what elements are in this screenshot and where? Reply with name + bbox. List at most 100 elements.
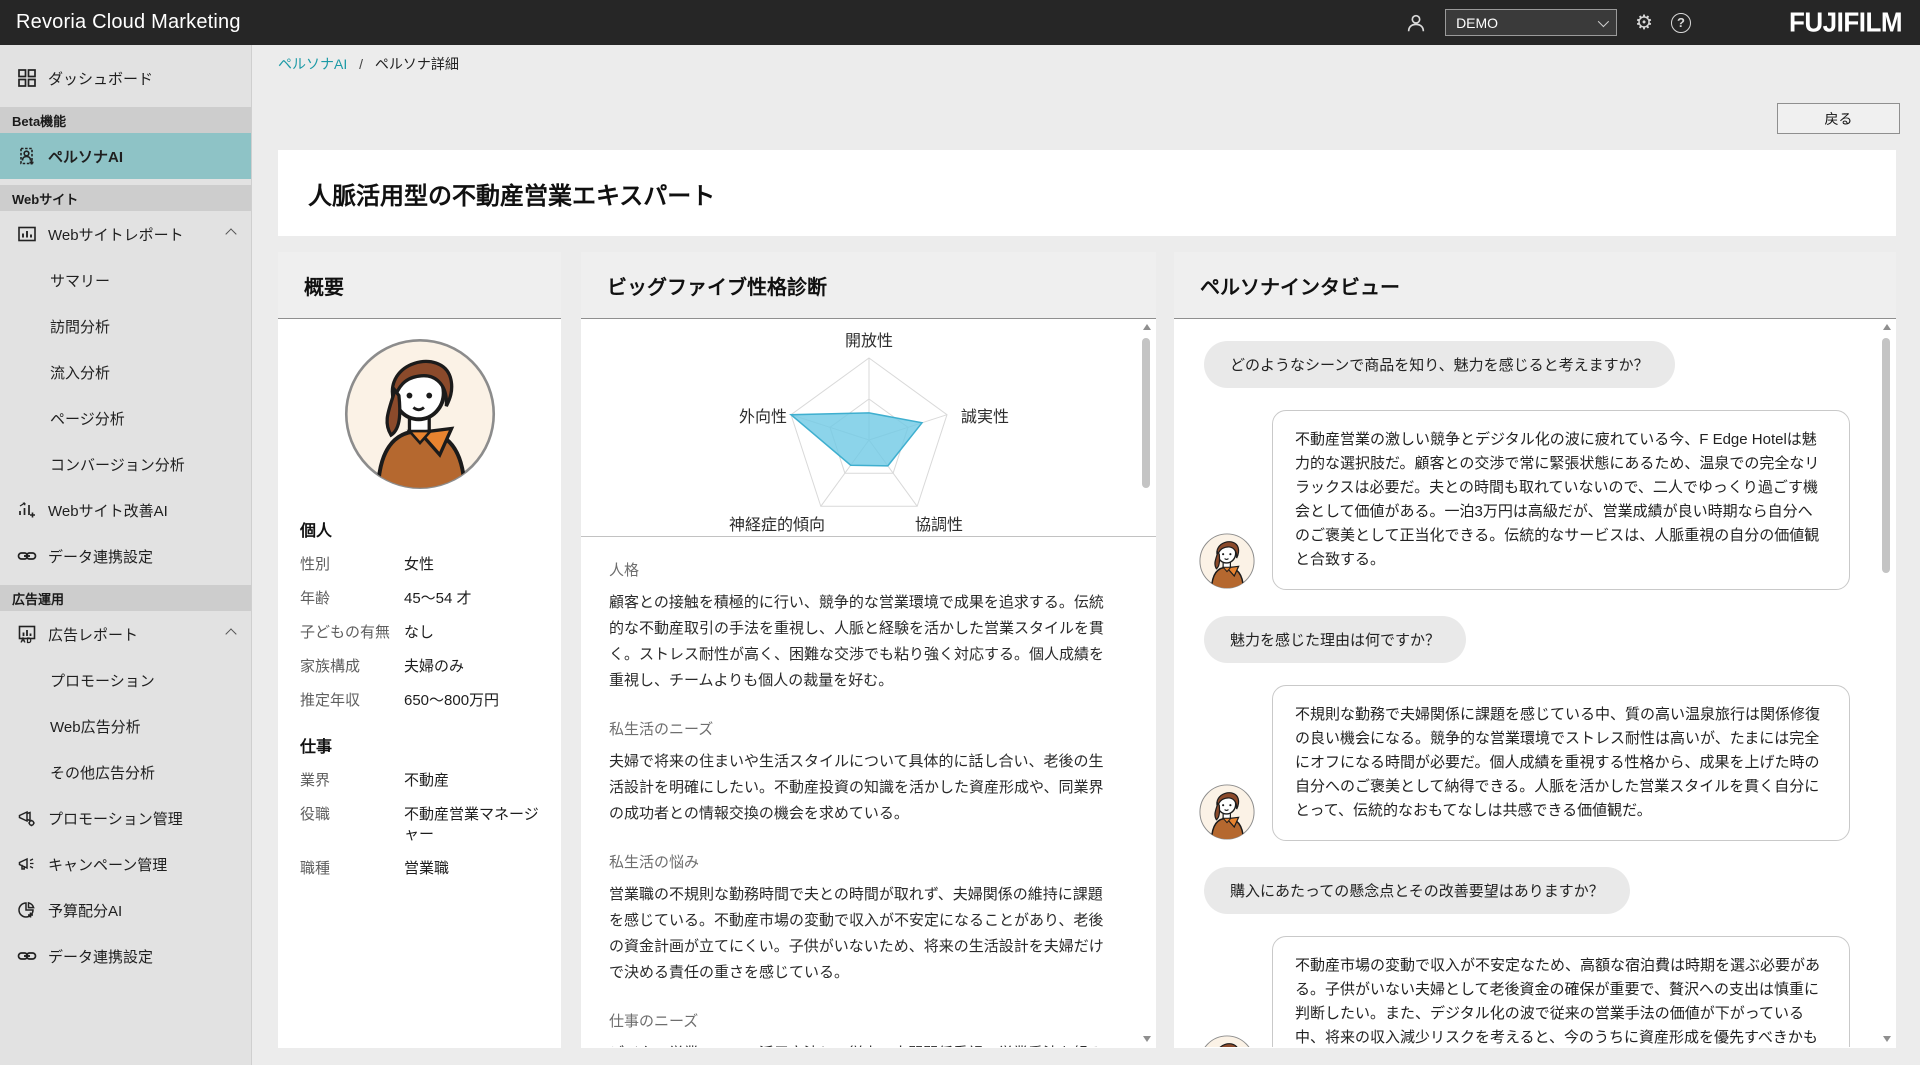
breadcrumb-current: ペルソナ詳細 [375,56,459,72]
sidebar-nav: ダッシュボード Beta機能 ペルソナAI Webサイト Webサイトレポート [0,45,252,1065]
sidebar-item-label: Webサイト改善AI [48,500,168,521]
sidebar-item-label: プロモーション管理 [48,808,183,829]
interview-answer-bubble: 不動産営業の激しい競争とデジタル化の波に疲れている今、F Edge Hotelは… [1272,410,1850,590]
help-icon[interactable]: ? [1671,13,1691,33]
breadcrumb-separator: / [359,56,363,72]
interview-answer-row: 不動産営業の激しい競争とデジタル化の波に疲れている今、F Edge Hotelは… [1198,410,1850,590]
sidebar-item-other-ad-analysis[interactable]: その他広告分析 [0,749,251,795]
persona-avatar [1198,783,1256,841]
chevron-down-icon [1598,15,1609,26]
field-label: 推定年収 [300,691,404,711]
sidebar-item-web-ad-analysis[interactable]: Web広告分析 [0,703,251,749]
sidebar-item-ad-report[interactable]: 広告レポート [0,611,251,657]
persona-ai-icon [16,145,38,167]
sidebar-item-website-improve-ai[interactable]: Webサイト改善AI [0,487,251,533]
scroll-down-arrow[interactable] [1143,1036,1151,1042]
overview-panel-body: 個人 性別 女性 年齢 45～54 才 子どもの有無 なし 家族構成 夫婦のみ … [278,319,561,1047]
interview-panel-title: ペルソナインタビュー [1200,271,1400,300]
gear-icon[interactable]: ⚙ [1635,13,1653,33]
sidebar-item-summary[interactable]: サマリー [0,257,251,303]
radar-axis-label-agreeableness: 協調性 [915,511,963,535]
ad-report-icon [16,623,38,645]
field-label: 職種 [300,859,404,879]
tenant-select[interactable]: DEMO [1445,9,1617,36]
sidebar-section-website: Webサイト [0,185,251,211]
sidebar-item-promotion[interactable]: プロモーション [0,657,251,703]
sidebar-item-conversion-analysis[interactable]: コンバージョン分析 [0,441,251,487]
field-label: 役職 [300,805,404,845]
section-heading-personality: 人格 [609,559,1114,580]
profile-row-position: 役職 不動産営業マネージャー [300,805,539,845]
overview-panel-title: 概要 [304,271,344,300]
overview-panel: 概要 個人 性別 女性 年齢 45～54 才 子どもの有無 なし 家族構成 夫婦… [278,252,561,1048]
sidebar-item-label: サマリー [50,270,110,291]
link-icon [16,545,38,567]
sidebar-item-label: キャンペーン管理 [48,854,167,875]
scrollbar-thumb[interactable] [1142,338,1150,488]
scroll-down-arrow[interactable] [1883,1036,1891,1042]
radar-svg [581,319,1141,537]
big-five-radar-chart: 開放性 誠実性 協調性 神経症的傾向 外向性 [581,319,1156,537]
chevron-up-icon [225,628,236,639]
profile-row-family: 家族構成 夫婦のみ [300,657,539,677]
interview-question-bubble: 購入にあたっての懸念点とその改善要望はありますか？ [1204,867,1630,914]
sidebar-item-budget-allocation-ai[interactable]: 予算配分AI [0,887,251,933]
tenant-select-value: DEMO [1456,15,1498,31]
scroll-up-arrow[interactable] [1143,324,1151,330]
field-value: 650～800万円 [404,691,499,711]
field-value: 不動産 [404,771,449,791]
sidebar-item-visit-analysis[interactable]: 訪問分析 [0,303,251,349]
field-value: 営業職 [404,859,449,879]
persona-avatar [341,335,499,493]
sidebar-item-inflow-analysis[interactable]: 流入分析 [0,349,251,395]
persona-avatar [1198,532,1256,590]
interview-answer-bubble: 不動産市場の変動で収入が不安定なため、高額な宿泊費は時期を選ぶ必要がある。子供が… [1272,936,1850,1047]
sidebar-item-label: コンバージョン分析 [50,454,185,475]
interview-panel-body: どのようなシーンで商品を知り、魅力を感じると考えますか？ 不動産営業の激しい競争… [1174,319,1896,1047]
section-body-personality: 顧客との接触を積極的に行い、競争的な営業環境で成果を追求する。伝統的な不動産取引… [609,590,1114,694]
sidebar-item-label: 流入分析 [50,362,110,383]
sidebar-item-data-link-settings-ad[interactable]: データ連携設定 [0,933,251,979]
sidebar-item-persona-ai[interactable]: ペルソナAI [0,133,251,179]
radar-axis-label-openness: 開放性 [845,327,893,351]
profile-row-children: 子どもの有無 なし [300,623,539,643]
sidebar-item-label: Web広告分析 [50,716,141,737]
sidebar-item-website-report[interactable]: Webサイトレポート [0,211,251,257]
interview-answer-row: 不動産市場の変動で収入が不安定なため、高額な宿泊費は時期を選ぶ必要がある。子供が… [1198,936,1850,1047]
interview-answer-bubble: 不規則な勤務で夫婦関係に課題を感じている中、質の高い温泉旅行は関係修復の良い機会… [1272,685,1850,841]
section-heading-private-worries: 私生活の悩み [609,851,1114,872]
radar-axis-label-neuroticism: 神経症的傾向 [729,511,825,535]
profile-row-age: 年齢 45～54 才 [300,589,539,609]
field-label: 年齢 [300,589,404,609]
breadcrumb-parent-link[interactable]: ペルソナAI [278,56,347,72]
sidebar-item-label: データ連携設定 [48,546,153,567]
sidebar-item-label: データ連携設定 [48,946,153,967]
interview-scrollbar[interactable] [1880,322,1893,1044]
sidebar-item-page-analysis[interactable]: ページ分析 [0,395,251,441]
dashboard-icon [16,67,38,89]
interview-question-bubble: どのようなシーンで商品を知り、魅力を感じると考えますか？ [1204,341,1675,388]
field-label: 業界 [300,771,404,791]
sidebar-item-dashboard[interactable]: ダッシュボード [0,55,251,101]
chevron-up-icon [225,228,236,239]
user-icon[interactable] [1405,12,1427,34]
personal-section-header: 個人 [300,517,539,541]
sidebar-item-campaign-management[interactable]: キャンペーン管理 [0,841,251,887]
profile-row-income: 推定年収 650～800万円 [300,691,539,711]
field-value: 夫婦のみ [404,657,464,677]
sidebar-item-data-link-settings-web[interactable]: データ連携設定 [0,533,251,579]
radar-axis-label-extraversion: 外向性 [739,403,787,427]
big-five-scrollbar[interactable] [1140,322,1153,1044]
sidebar-section-label: Webサイト [12,189,78,208]
scrollbar-thumb[interactable] [1882,338,1890,573]
interview-panel: ペルソナインタビュー どのようなシーンで商品を知り、魅力を感じると考えますか？ … [1174,252,1896,1048]
chart-sparkle-icon [16,499,38,521]
top-header-bar: Revoria Cloud Marketing DEMO ⚙ ? FUJIFIL… [0,0,1920,45]
profile-row-industry: 業界 不動産 [300,771,539,791]
sidebar-item-label: Webサイトレポート [48,224,184,245]
sidebar-item-label: ダッシュボード [48,68,153,89]
sidebar-item-promotion-management[interactable]: プロモーション管理 [0,795,251,841]
field-label: 家族構成 [300,657,404,677]
back-button[interactable]: 戻る [1777,103,1900,134]
scroll-up-arrow[interactable] [1883,324,1891,330]
